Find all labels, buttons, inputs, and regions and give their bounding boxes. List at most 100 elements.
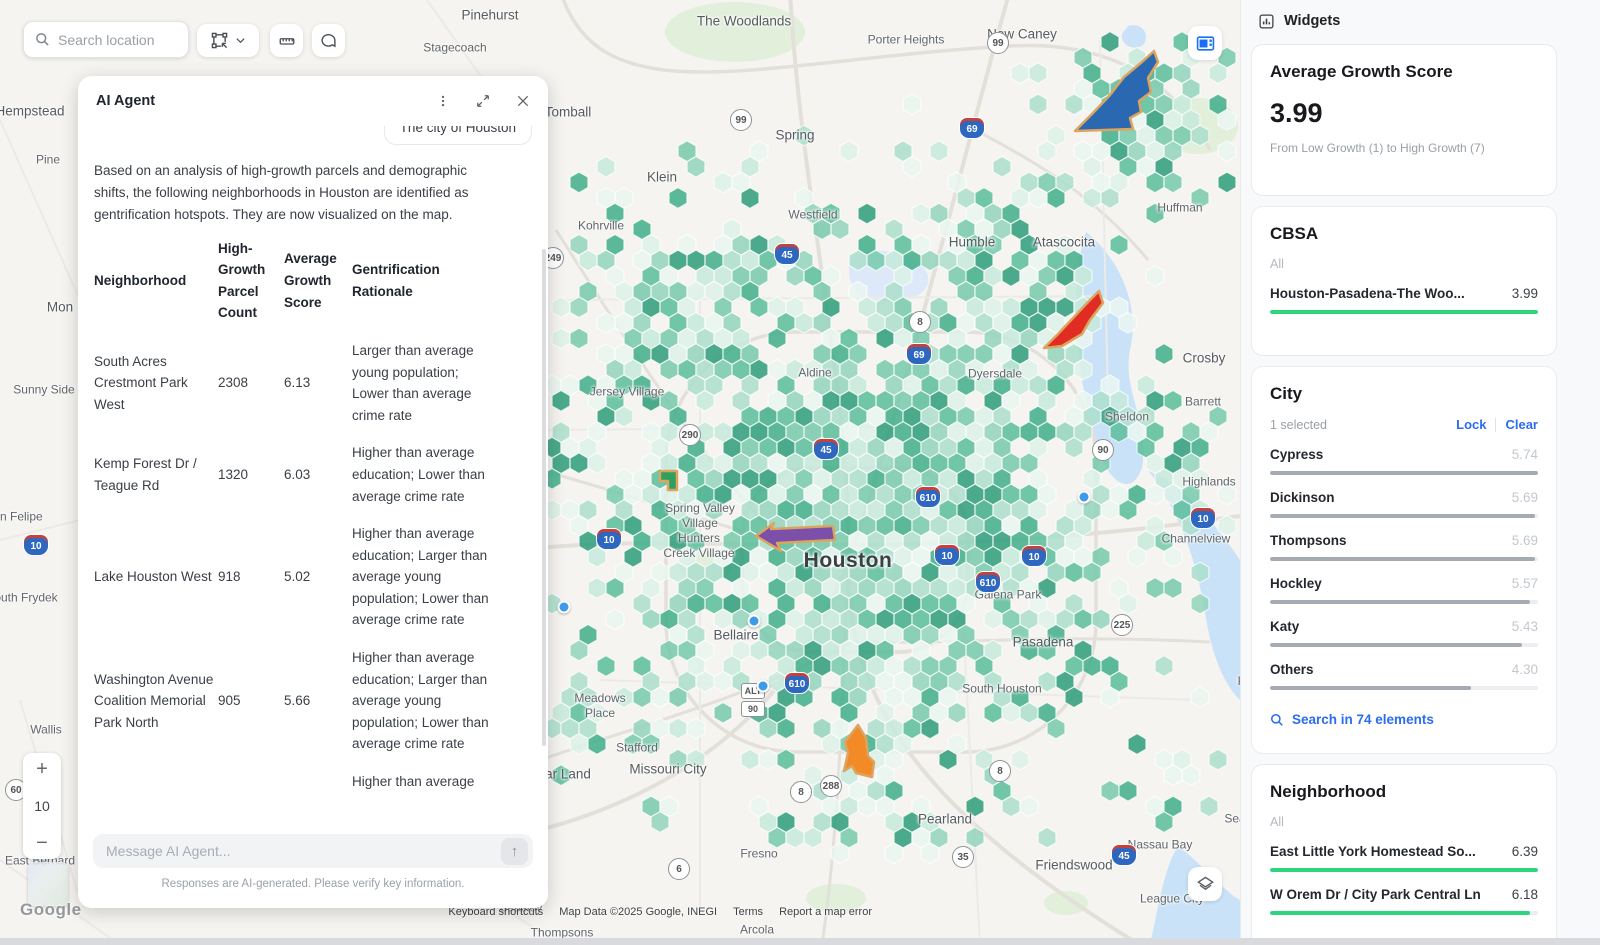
clear-link[interactable]: Clear [1505,417,1538,432]
search-input[interactable] [58,32,176,48]
list-item[interactable]: East Little York Homestead So...6.39 [1270,844,1538,872]
zoom-control: + 10 − [23,753,61,859]
map-label-the-woodlands: The Woodlands [697,14,791,31]
ai-chat-scroll-area[interactable]: The city of Houston Based on an analysis… [78,126,548,822]
list-item[interactable]: Others 4.30 [1270,662,1538,690]
map-label-mon: Mon [47,300,73,317]
select-area-icon [211,32,228,49]
table-cell-rationale: Larger than average young population; Lo… [352,340,496,426]
item-value: 6.18 [1512,887,1538,902]
location-search[interactable] [23,21,189,58]
neighborhood-scope: All [1270,815,1538,829]
route-shield-10: 10 [1021,545,1047,567]
search-elements-link[interactable]: Search in 74 elements [1270,712,1538,727]
item-value: 5.43 [1512,619,1538,634]
list-item-row: Hockley5.57 [1270,576,1538,591]
widgets-icon [1258,13,1275,30]
list-item-row: Cypress5.74 [1270,447,1538,462]
route-shield-45: 45 [1111,844,1137,866]
table-cell-score: 5.66 [284,690,348,712]
map-label-friendswood: Friendswood [1035,858,1112,875]
item-value: 4.30 [1512,662,1538,677]
list-item[interactable]: W Orem Dr / City Park Central Ln6.18 [1270,887,1538,915]
list-item[interactable]: Katy 5.43 [1270,619,1538,647]
item-value: 5.69 [1512,490,1538,505]
table-cell-score: 6.13 [284,372,348,394]
map-label-spring: Spring [775,128,814,145]
list-item-row: Thompsons5.69 [1270,533,1538,548]
neighborhood-title: Neighborhood [1270,782,1538,802]
search-icon [1270,713,1284,727]
ai-agent-panel: AI Agent The city of Houston Based on an… [78,76,548,908]
item-bar-fill [1270,911,1530,915]
toggle-widgets-panel-button[interactable] [1188,26,1222,60]
map-point-marker[interactable] [1078,491,1091,504]
comment-button[interactable] [312,24,345,57]
chevron-down-icon [235,35,246,46]
map-label-fresno: Fresno [740,847,777,862]
table-header: Neighborhood [94,270,214,292]
attribution-terms[interactable]: Terms [733,906,763,918]
table-cell-rationale: Higher than average education; Larger th… [352,647,496,755]
message-input-wrap: ↑ [93,834,533,868]
list-item-row: Katy 5.43 [1270,619,1538,634]
list-item[interactable]: Thompsons5.69 [1270,533,1538,561]
table-cell-neighborhood: South Acres Crestmont Park West [94,351,214,416]
zoom-in-button[interactable]: + [23,759,61,779]
map-point-marker[interactable] [757,680,770,693]
item-name: Cypress [1270,447,1323,462]
ai-response-text: Based on an analysis of high-growth parc… [94,160,493,226]
search-icon [35,32,50,47]
item-bar-fill [1270,557,1535,561]
map-label-arcola: Arcola [740,923,774,938]
average-growth-card: Average Growth Score 3.99 From Low Growt… [1251,44,1557,196]
layers-button[interactable] [1188,867,1222,901]
map-point-marker[interactable] [558,601,571,614]
attribution-map[interactable]: Map Data ©2025 Google, INEGI [559,906,717,918]
search-elements-label: Search in 74 elements [1292,712,1434,727]
expand-icon[interactable] [476,94,490,108]
panel-scrollbar[interactable] [542,249,546,746]
route-shield-288: 288 [820,775,842,797]
kebab-menu-icon[interactable] [436,94,450,108]
close-icon[interactable] [516,94,530,108]
item-bar-track [1270,911,1538,915]
map-label-kohrville: Kohrville [578,219,624,234]
list-item-row: East Little York Homestead So...6.39 [1270,844,1538,859]
attribution-report[interactable]: Report a map error [779,906,872,918]
map-label-meadows-place: Meadows Place [574,691,625,721]
message-input[interactable] [106,843,501,859]
item-value: 5.57 [1512,576,1538,591]
item-name: Katy [1270,619,1299,634]
app-window: PinehurstStagecoachThe WoodlandsPorter H… [0,0,1600,945]
route-shield-610: 610 [975,571,1001,593]
map-point-marker[interactable] [748,615,761,628]
zoom-out-button[interactable]: − [23,833,61,853]
item-name: Others [1270,662,1314,677]
lock-link[interactable]: Lock [1456,417,1486,432]
list-item[interactable]: Dickinson 5.69 [1270,490,1538,518]
list-item[interactable]: Hockley5.57 [1270,576,1538,604]
horizontal-scrollbar[interactable] [0,938,1600,945]
map-label-channelview: Channelview [1162,532,1231,547]
map-label-porter-heights: Porter Heights [868,33,945,48]
route-shield-10: 10 [934,544,960,566]
send-button[interactable]: ↑ [501,838,528,865]
table-cell-score: 5.02 [284,566,348,588]
ai-agent-header: AI Agent [78,76,548,126]
item-name: Dickinson [1270,490,1335,505]
table-cell-rationale: Higher than average education; Larger th… [352,523,496,631]
map-label-south-houston: South Houston [962,682,1041,697]
avg-growth-title: Average Growth Score [1270,62,1538,82]
city-items: Cypress5.74 Dickinson 5.69 Thompsons5.69 Hoc… [1270,447,1538,690]
list-item-row: Dickinson 5.69 [1270,490,1538,505]
google-logo: Google [20,900,82,920]
list-item[interactable]: Cypress5.74 [1270,447,1538,475]
draw-area-button[interactable] [197,24,259,57]
route-shield-10: 10 [23,534,49,556]
map-label-stafford: Stafford [616,741,658,756]
chat-bubble-icon [320,32,337,49]
measure-button[interactable] [270,24,303,57]
cbsa-title: CBSA [1270,224,1538,244]
list-item[interactable]: Houston-Pasadena-The Woo...3.99 [1270,286,1538,314]
